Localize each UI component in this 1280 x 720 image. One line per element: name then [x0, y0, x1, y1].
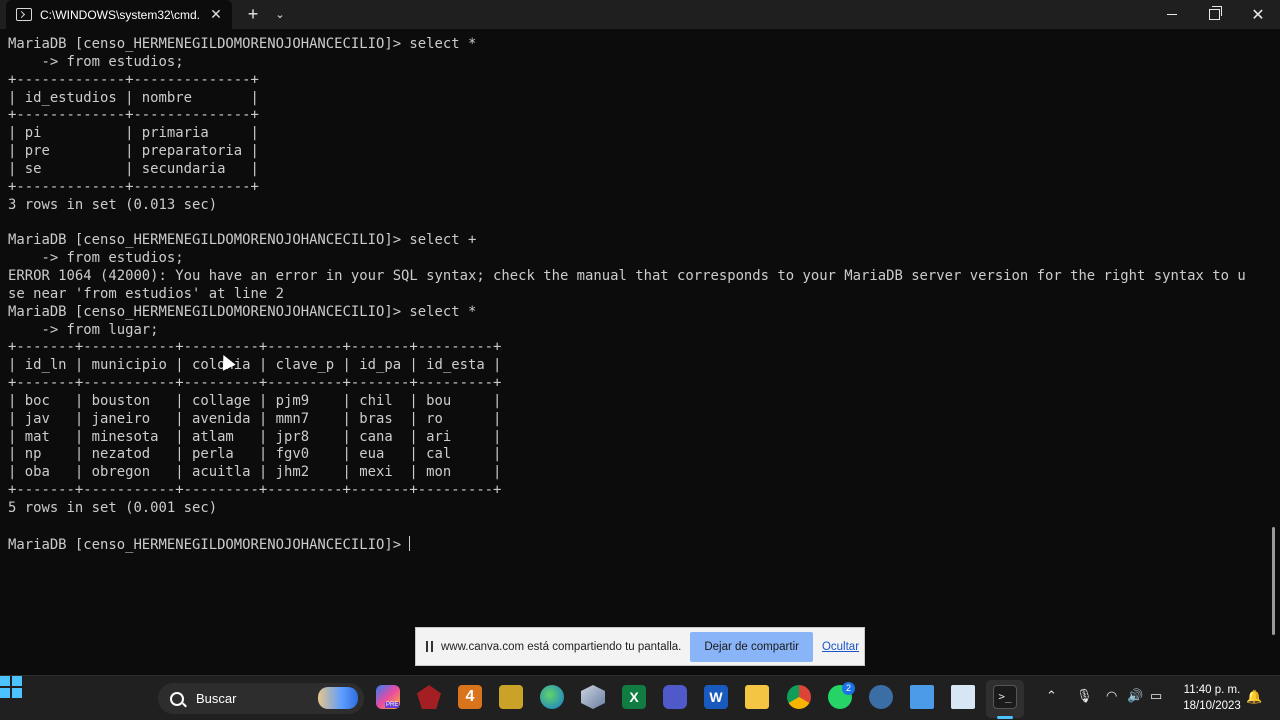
new-tab-button[interactable]: + — [240, 0, 266, 29]
terminal-line: +-------+-----------+---------+---------… — [8, 339, 502, 356]
terminal-line: | np | nezatod | perla | fgv0 | eua | ca… — [8, 446, 502, 463]
terminal-line: +-------+-----------+---------+---------… — [8, 375, 502, 392]
terminal-line: se near 'from estudios' at line 2 — [8, 285, 284, 302]
terminal-line: -> from estudios; — [41, 250, 184, 267]
tab-dropdown-button[interactable]: ⌄ — [268, 0, 292, 29]
search-box[interactable]: Buscar — [158, 683, 364, 714]
restore-button[interactable] — [1196, 0, 1232, 29]
close-button[interactable]: ✕ — [1238, 0, 1278, 29]
terminal-line: MariaDB [censo_HERMENEGILDOMORENOJOHANCE… — [8, 36, 477, 52]
scrollbar[interactable] — [1272, 527, 1275, 635]
bug-icon[interactable] — [869, 685, 893, 709]
taskbar: Buscar PRE 4 X W 2 >_ ⌃ 🎙 ◠ 🔊 ▭ 11:40 p.… — [0, 675, 1280, 720]
terminal-icon[interactable]: >_ — [993, 685, 1017, 709]
notification-bell-icon[interactable]: 🔔 — [1246, 689, 1262, 705]
monitor-icon[interactable] — [910, 685, 934, 709]
terminal-line: | id_estudios | nombre | — [8, 89, 259, 106]
microphone-icon[interactable]: 🎙 — [1076, 688, 1093, 704]
text-cursor — [409, 535, 411, 551]
terminal-line: | pre | preparatoria | — [8, 143, 259, 160]
battery-icon[interactable]: ▭ — [1150, 688, 1162, 704]
chevron-up-icon[interactable]: ⌃ — [1046, 688, 1057, 704]
terminal-line: +-------------+--------------+ — [8, 178, 259, 195]
excel-icon[interactable]: X — [622, 685, 646, 709]
yellow-app-icon[interactable] — [499, 685, 523, 709]
whatsapp-badge: 2 — [842, 682, 855, 695]
terminal-line: | jav | janeiro | avenida | mmn7 | bras … — [8, 410, 502, 427]
terminal-tab[interactable]: C:\WINDOWS\system32\cmd. ✕ — [6, 0, 232, 29]
four-app-icon[interactable]: 4 — [458, 685, 482, 709]
terminal-line: | pi | primaria | — [8, 125, 259, 142]
terminal-line: | boc | bouston | collage | pjm9 | chil … — [8, 392, 502, 409]
stop-sharing-button[interactable]: Dejar de compartir — [690, 631, 813, 662]
wifi-icon[interactable]: ◠ — [1106, 688, 1117, 704]
terminal-line: +-------------+--------------+ — [8, 71, 259, 88]
cube-icon[interactable] — [581, 685, 605, 709]
terminal-line: | se | secundaria | — [8, 160, 259, 177]
share-message: www.canva.com está compartiendo tu panta… — [441, 640, 682, 653]
terminal-line: -> from estudios; — [41, 53, 184, 70]
terminal-line: | oba | obregon | acuitla | jhm2 | mexi … — [8, 464, 502, 481]
search-label: Buscar — [196, 691, 237, 706]
teams-icon[interactable] — [663, 685, 687, 709]
game-icon[interactable] — [417, 685, 441, 709]
tab-title: C:\WINDOWS\system32\cmd. — [40, 7, 200, 22]
search-icon — [170, 691, 184, 706]
terminal-line: 5 rows in set (0.001 sec) — [8, 499, 218, 516]
screen-share-bar: www.canva.com está compartiendo tu panta… — [415, 627, 865, 666]
hide-link[interactable]: Ocultar — [822, 641, 859, 653]
terminal-line: 3 rows in set (0.013 sec) — [8, 196, 218, 213]
terminal-line: ERROR 1064 (42000): You have an error in… — [8, 267, 1246, 284]
clock-time[interactable]: 11:40 p. m. — [1180, 684, 1244, 696]
word-icon[interactable]: W — [704, 685, 728, 709]
pause-icon[interactable] — [426, 641, 433, 652]
start-icon[interactable] — [0, 676, 22, 698]
volume-icon[interactable]: 🔊 — [1127, 688, 1143, 704]
pre-badge: PRE — [385, 702, 400, 708]
chrome-icon[interactable] — [787, 685, 811, 709]
terminal-line: +-------+-----------+---------+---------… — [8, 482, 502, 499]
tab-close-icon[interactable]: ✕ — [208, 6, 224, 22]
cmd-icon — [16, 8, 32, 21]
terminal-line: -> from lugar; — [41, 321, 159, 338]
clock-date[interactable]: 18/10/2023 — [1180, 700, 1244, 712]
minimize-icon — [1167, 14, 1177, 15]
terminal-lines: MariaDB [censo_HERMENEGILDOMORENOJOHANCE… — [8, 36, 1246, 516]
terminal-output[interactable]: MariaDB [censo_HERMENEGILDOMORENOJOHANCE… — [8, 36, 1264, 624]
minimize-button[interactable] — [1154, 0, 1190, 29]
terminal-prompt: MariaDB [censo_HERMENEGILDOMORENOJOHANCE… — [8, 536, 410, 553]
title-bar: C:\WINDOWS\system32\cmd. ✕ + ⌄ ✕ — [0, 0, 1280, 29]
file-explorer-icon[interactable] — [745, 685, 769, 709]
terminal-line: | id_ln | municipio | colonia | clave_p … — [8, 357, 502, 374]
edge-icon[interactable] — [540, 685, 564, 709]
terminal-line: MariaDB [censo_HERMENEGILDOMORENOJOHANCE… — [8, 232, 477, 249]
terminal-line: | mat | minesota | atlam | jpr8 | cana |… — [8, 428, 502, 445]
search-highlight-icon — [318, 687, 358, 709]
chart-icon[interactable] — [951, 685, 975, 709]
terminal-line: MariaDB [censo_HERMENEGILDOMORENOJOHANCE… — [8, 303, 477, 320]
terminal-line: +-------------+--------------+ — [8, 107, 259, 124]
active-app-indicator — [997, 716, 1013, 719]
restore-icon — [1208, 6, 1222, 20]
